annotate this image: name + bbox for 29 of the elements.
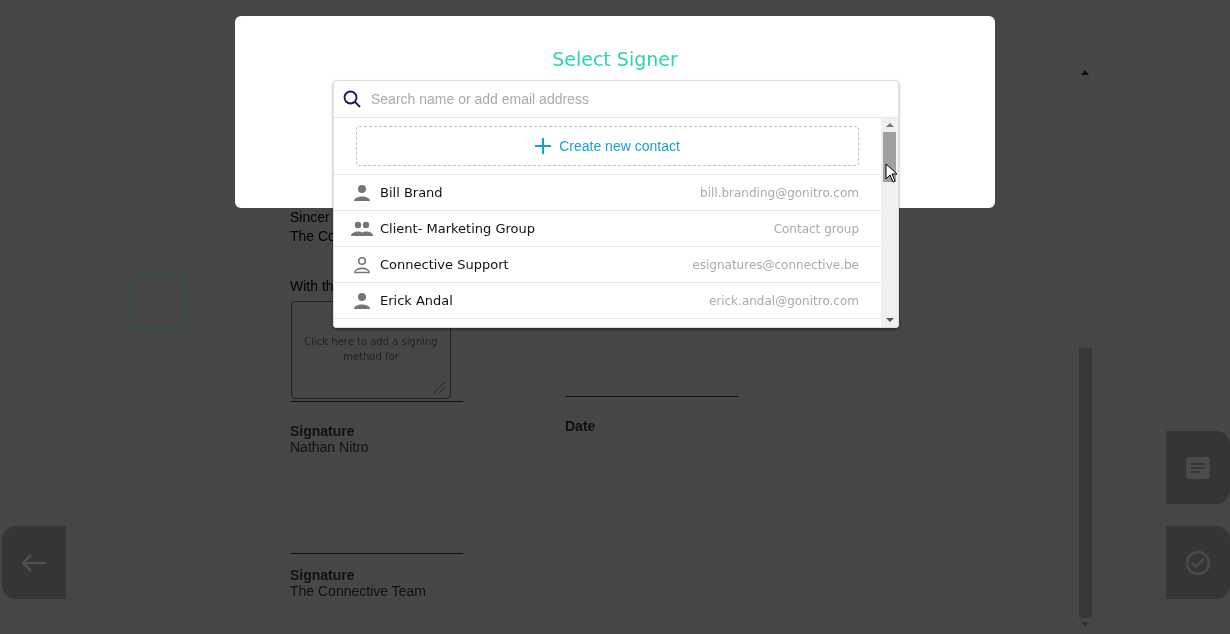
contact-detail: Contact group bbox=[773, 221, 859, 236]
person-outline-icon bbox=[353, 255, 371, 274]
contact-detail: bill.branding@gonitro.com bbox=[700, 185, 859, 200]
plus-icon bbox=[535, 138, 552, 154]
document-text: With th bbox=[290, 278, 334, 294]
back-button[interactable] bbox=[2, 526, 66, 599]
line-icon bbox=[157, 153, 167, 159]
contact-row[interactable]: Connective Support esignatures@connective.be bbox=[334, 247, 881, 283]
dialog-title: Select Signer bbox=[551, 48, 679, 70]
contact-row[interactable]: Erick Andal erick.andal@gonitro.com bbox=[334, 283, 881, 319]
person-icon bbox=[353, 183, 371, 202]
signature-tool-button[interactable] bbox=[130, 274, 186, 330]
contact-name: Client- Marketing Group bbox=[380, 221, 536, 236]
contact-detail: esignatures@connective.be bbox=[692, 257, 859, 272]
contact-name: Bill Brand bbox=[380, 185, 444, 200]
pen-icon bbox=[148, 295, 168, 309]
person-icon bbox=[353, 291, 371, 310]
contact-name: Connective Support bbox=[380, 257, 510, 272]
search-field[interactable]: Search name or add email address bbox=[334, 81, 898, 118]
scroll-up-icon[interactable] bbox=[1081, 70, 1089, 75]
contact-row[interactable]: Bill Brand bill.branding@gonitro.com bbox=[334, 175, 881, 211]
document-text: Sincer bbox=[290, 209, 330, 225]
contact-row[interactable]: Client- Marketing Group Contact group bbox=[334, 211, 881, 247]
list-scrollbar[interactable] bbox=[881, 118, 898, 327]
contact-detail: erick.andal@gonitro.com bbox=[708, 293, 859, 308]
people-icon bbox=[351, 220, 373, 237]
arrow-left-icon bbox=[20, 552, 48, 573]
search-icon bbox=[343, 90, 361, 108]
resize-handle-icon[interactable] bbox=[432, 380, 446, 394]
